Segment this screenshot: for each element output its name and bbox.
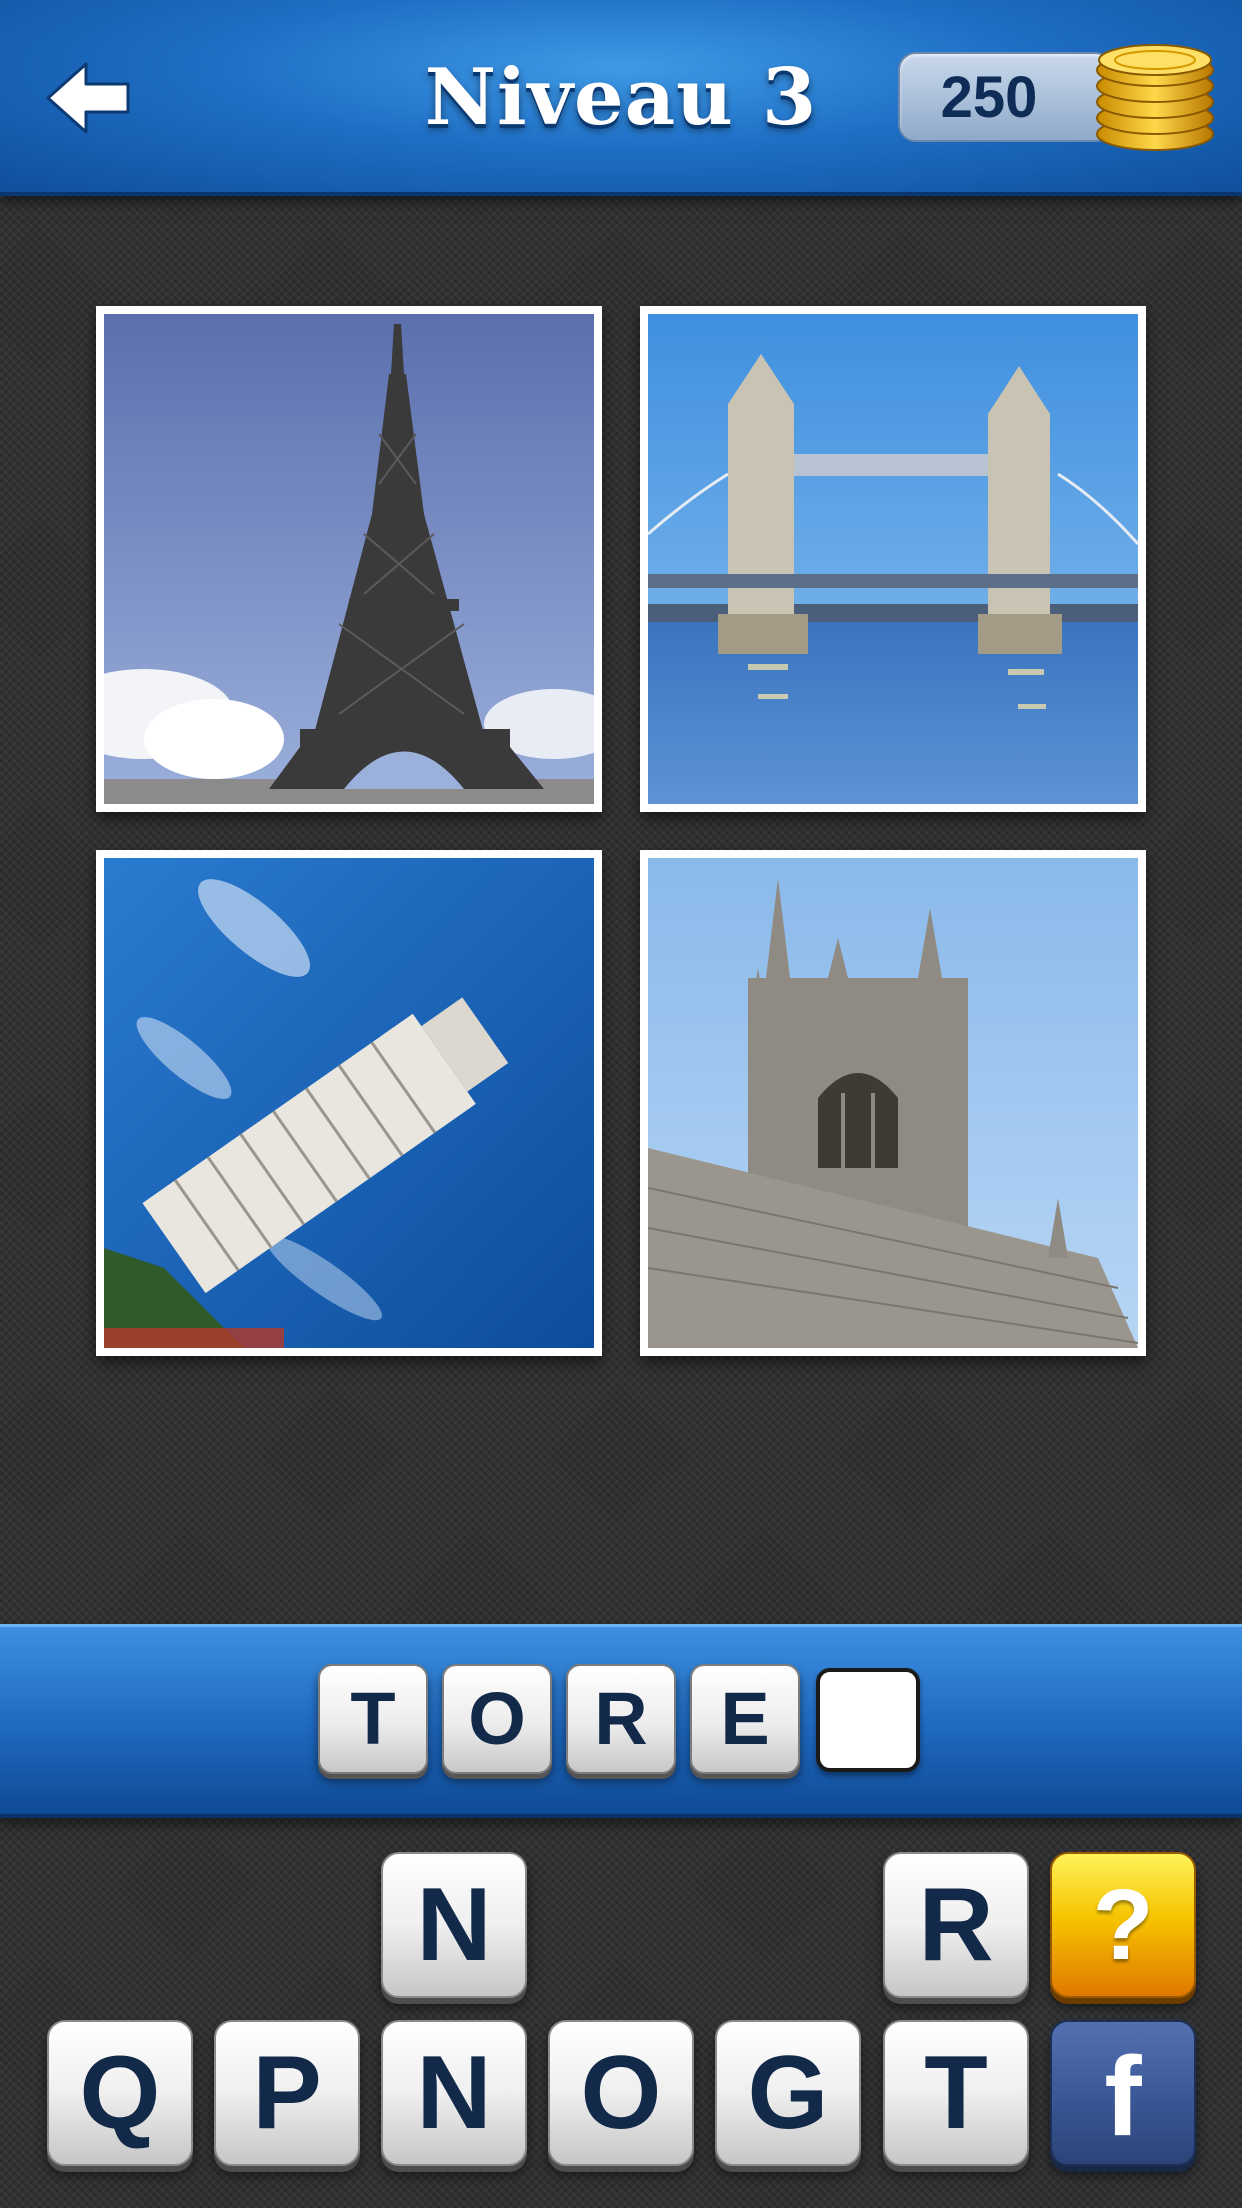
gold-coin-stack-icon bbox=[1092, 36, 1218, 156]
answer-slot-4[interactable]: E bbox=[690, 1664, 800, 1774]
top-bar: Niveau 3 250 bbox=[0, 0, 1242, 196]
facebook-share-button[interactable]: f bbox=[1050, 2020, 1196, 2166]
photo-leaning-tower-of-pisa[interactable] bbox=[96, 850, 602, 1356]
letter-key[interactable]: P bbox=[214, 2020, 360, 2166]
coin-counter[interactable]: 250 bbox=[898, 52, 1113, 142]
hint-button[interactable]: ? bbox=[1050, 1852, 1196, 1998]
photo-tower-bridge[interactable] bbox=[640, 306, 1146, 812]
letter-key[interactable]: T bbox=[883, 2020, 1029, 2166]
letter-key[interactable]: O bbox=[548, 2020, 694, 2166]
photo-gothic-church-tower[interactable] bbox=[640, 850, 1146, 1356]
letter-key[interactable]: N bbox=[381, 1852, 527, 1998]
answer-slot-2[interactable]: O bbox=[442, 1664, 552, 1774]
answer-slot-3[interactable]: R bbox=[566, 1664, 676, 1774]
letter-key[interactable]: R bbox=[883, 1852, 1029, 1998]
answer-slot-5[interactable] bbox=[816, 1668, 920, 1772]
letter-key[interactable]: G bbox=[715, 2020, 861, 2166]
photo-eiffel-tower[interactable] bbox=[96, 306, 602, 812]
letter-key[interactable]: Q bbox=[47, 2020, 193, 2166]
coin-count: 250 bbox=[940, 65, 1038, 130]
letter-key[interactable]: N bbox=[381, 2020, 527, 2166]
answer-slot-1[interactable]: T bbox=[318, 1664, 428, 1774]
